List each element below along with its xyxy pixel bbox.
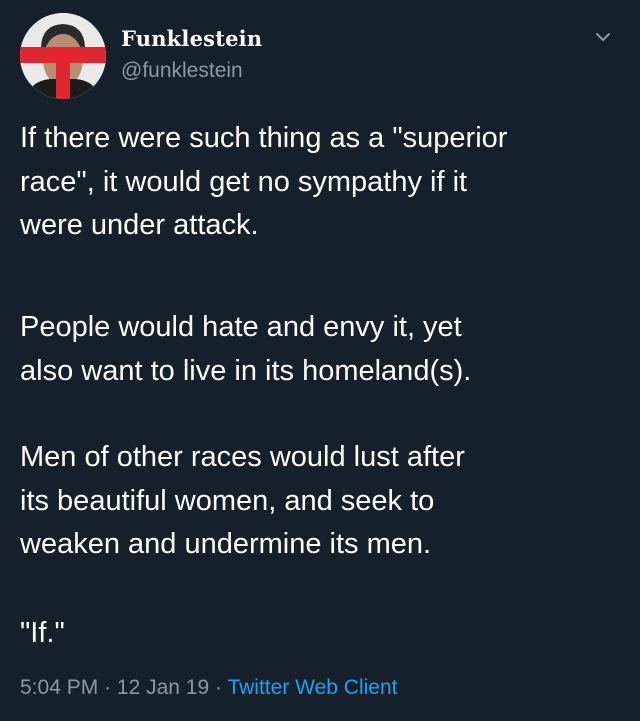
tweet-paragraph: If there were such thing as a "superior … — [20, 122, 508, 241]
tweet-metadata: 5:04 PM · 12 Jan 19 · Twitter Web Client — [20, 674, 397, 702]
tweet-paragraph: "If." — [20, 617, 65, 649]
tweet-paragraph: Men of other races would lust after its … — [20, 441, 465, 560]
user-handle[interactable]: @funklestein — [121, 59, 262, 83]
user-info: Funklestein @funklestein — [121, 27, 262, 83]
avatar-image — [20, 13, 106, 99]
tweet-paragraph: People would hate and envy it, yet also … — [20, 311, 472, 387]
tweet-date[interactable]: 12 Jan 19 — [117, 676, 209, 699]
tweet-card: Funklestein @funklestein If there were s… — [0, 0, 640, 721]
tweet-time[interactable]: 5:04 PM — [20, 676, 98, 699]
tweet-client-link[interactable]: Twitter Web Client — [227, 676, 397, 699]
chevron-down-icon[interactable] — [592, 26, 614, 48]
display-name[interactable]: Funklestein — [121, 27, 262, 51]
avatar[interactable] — [20, 13, 106, 99]
meta-separator: · — [215, 676, 222, 699]
meta-separator: · — [104, 676, 112, 699]
